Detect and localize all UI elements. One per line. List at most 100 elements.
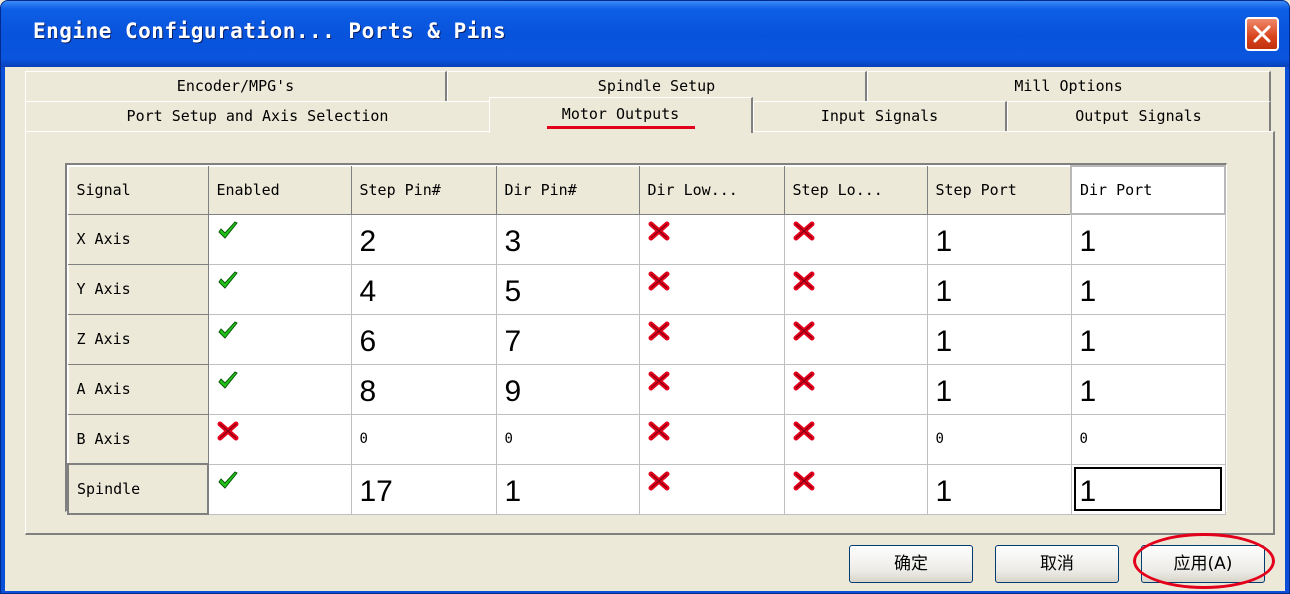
cross-icon xyxy=(648,371,669,390)
cell-dir-pin[interactable]: 1 xyxy=(495,463,640,515)
cross-icon xyxy=(648,421,669,440)
cell-step-low[interactable] xyxy=(783,463,928,515)
title-bar[interactable]: Engine Configuration... Ports & Pins xyxy=(1,1,1289,67)
check-icon xyxy=(217,220,238,239)
tab-encoder-mpg[interactable]: Encoder/MPG's xyxy=(25,71,447,101)
row-header-signal[interactable]: A Axis xyxy=(67,363,209,415)
cross-icon xyxy=(793,471,814,490)
table-row[interactable]: B Axis 0 0 0 0 xyxy=(67,413,1226,465)
cell-enabled[interactable] xyxy=(207,313,352,365)
cell-step-low[interactable] xyxy=(783,313,928,365)
dialog-client: Encoder/MPG's Spindle Setup Mill Options… xyxy=(5,67,1285,591)
tab-output-signals[interactable]: Output Signals xyxy=(1007,101,1271,131)
apply-button[interactable]: 应用(A) xyxy=(1141,545,1265,583)
col-header-enabled[interactable]: Enabled xyxy=(207,165,352,215)
cell-step-pin[interactable]: 2 xyxy=(350,213,497,265)
cell-dir-pin[interactable]: 3 xyxy=(495,213,640,265)
dialog-window: Engine Configuration... Ports & Pins Enc… xyxy=(0,0,1290,594)
annotation-underline xyxy=(546,126,695,129)
tab-label: Port Setup and Axis Selection xyxy=(126,107,389,125)
col-header-dir-low[interactable]: Dir Low... xyxy=(638,165,785,215)
close-button[interactable] xyxy=(1245,17,1279,51)
cell-dir-low[interactable] xyxy=(638,213,785,265)
tab-label: Input Signals xyxy=(820,107,939,125)
cell-dir-pin[interactable]: 7 xyxy=(495,313,640,365)
cell-step-port[interactable]: 1 xyxy=(926,263,1072,315)
row-header-signal[interactable]: Spindle xyxy=(67,463,209,515)
apply-button-label: 应用(A) xyxy=(1173,554,1233,574)
row-header-signal[interactable]: X Axis xyxy=(67,213,209,265)
table-row[interactable]: Spindle 17 1 1 1 xyxy=(67,463,1226,515)
cell-enabled[interactable] xyxy=(207,413,352,465)
cell-step-pin[interactable]: 0 xyxy=(350,413,497,465)
ok-button[interactable]: 确定 xyxy=(849,545,973,583)
tab-label: Encoder/MPG's xyxy=(176,77,295,95)
cell-step-low[interactable] xyxy=(783,363,928,415)
check-icon xyxy=(217,370,238,389)
header-row: Signal Enabled Step Pin# Dir Pin# Dir Lo… xyxy=(67,165,1226,215)
cell-step-low[interactable] xyxy=(783,413,928,465)
cancel-button[interactable]: 取消 xyxy=(995,545,1119,583)
cell-dir-low[interactable] xyxy=(638,463,785,515)
cell-dir-port[interactable]: 1 xyxy=(1070,363,1226,415)
cell-dir-pin[interactable]: 9 xyxy=(495,363,640,415)
table-row[interactable]: Z Axis 6 7 1 1 xyxy=(67,313,1226,365)
tab-port-setup[interactable]: Port Setup and Axis Selection xyxy=(25,101,491,131)
cell-enabled[interactable] xyxy=(207,263,352,315)
row-header-signal[interactable]: Y Axis xyxy=(67,263,209,315)
cell-step-port[interactable]: 1 xyxy=(926,363,1072,415)
cell-step-port[interactable]: 0 xyxy=(926,413,1072,465)
col-header-step-port[interactable]: Step Port xyxy=(926,165,1072,215)
cell-dir-low[interactable] xyxy=(638,363,785,415)
cell-dir-port[interactable]: 1 xyxy=(1070,463,1226,515)
cell-dir-port[interactable]: 1 xyxy=(1070,313,1226,365)
tab-label: Output Signals xyxy=(1075,107,1202,125)
cell-dir-pin[interactable]: 5 xyxy=(495,263,640,315)
col-header-step-pin[interactable]: Step Pin# xyxy=(350,165,497,215)
cell-step-pin[interactable]: 17 xyxy=(350,463,497,515)
cell-step-pin[interactable]: 8 xyxy=(350,363,497,415)
cell-step-port[interactable]: 1 xyxy=(926,463,1072,515)
cross-icon xyxy=(793,221,814,240)
cell-step-pin[interactable]: 4 xyxy=(350,263,497,315)
cell-enabled[interactable] xyxy=(207,213,352,265)
tab-input-signals[interactable]: Input Signals xyxy=(753,101,1007,131)
cell-step-pin[interactable]: 6 xyxy=(350,313,497,365)
motor-outputs-grid[interactable]: Signal Enabled Step Pin# Dir Pin# Dir Lo… xyxy=(65,163,1227,515)
signal-table: Signal Enabled Step Pin# Dir Pin# Dir Lo… xyxy=(67,165,1226,515)
cell-dir-low[interactable] xyxy=(638,413,785,465)
cell-step-port[interactable]: 1 xyxy=(926,213,1072,265)
table-row[interactable]: Y Axis 4 5 1 1 xyxy=(67,263,1226,315)
cross-icon xyxy=(793,321,814,340)
table-row[interactable]: X Axis 2 3 1 1 xyxy=(67,213,1226,265)
col-header-dir-pin[interactable]: Dir Pin# xyxy=(495,165,640,215)
cross-icon xyxy=(793,271,814,290)
cell-enabled[interactable] xyxy=(207,463,352,515)
cell-step-low[interactable] xyxy=(783,213,928,265)
tab-label: Mill Options xyxy=(1014,77,1123,95)
row-header-signal[interactable]: B Axis xyxy=(67,413,209,465)
cell-enabled[interactable] xyxy=(207,363,352,415)
row-header-signal[interactable]: Z Axis xyxy=(67,313,209,365)
table-row[interactable]: A Axis 8 9 1 1 xyxy=(67,363,1226,415)
tab-mill-options[interactable]: Mill Options xyxy=(867,71,1271,101)
cross-icon xyxy=(648,221,669,240)
cross-icon xyxy=(793,371,814,390)
col-header-signal[interactable]: Signal xyxy=(67,165,209,215)
cell-dir-low[interactable] xyxy=(638,263,785,315)
cross-icon xyxy=(648,321,669,340)
check-icon xyxy=(217,320,238,339)
cell-step-low[interactable] xyxy=(783,263,928,315)
col-header-dir-port[interactable]: Dir Port xyxy=(1070,165,1226,215)
tab-label: Spindle Setup xyxy=(597,77,716,95)
tab-motor-outputs[interactable]: Motor Outputs xyxy=(489,97,753,133)
check-icon xyxy=(218,470,238,489)
cell-dir-port[interactable]: 0 xyxy=(1070,413,1226,465)
cell-dir-port[interactable]: 1 xyxy=(1070,213,1226,265)
cell-dir-low[interactable] xyxy=(638,313,785,365)
cell-step-port[interactable]: 1 xyxy=(926,313,1072,365)
cell-dir-port[interactable]: 1 xyxy=(1070,263,1226,315)
cell-dir-pin[interactable]: 0 xyxy=(495,413,640,465)
col-header-step-low[interactable]: Step Lo... xyxy=(783,165,928,215)
window-title: Engine Configuration... Ports & Pins xyxy=(33,19,507,43)
